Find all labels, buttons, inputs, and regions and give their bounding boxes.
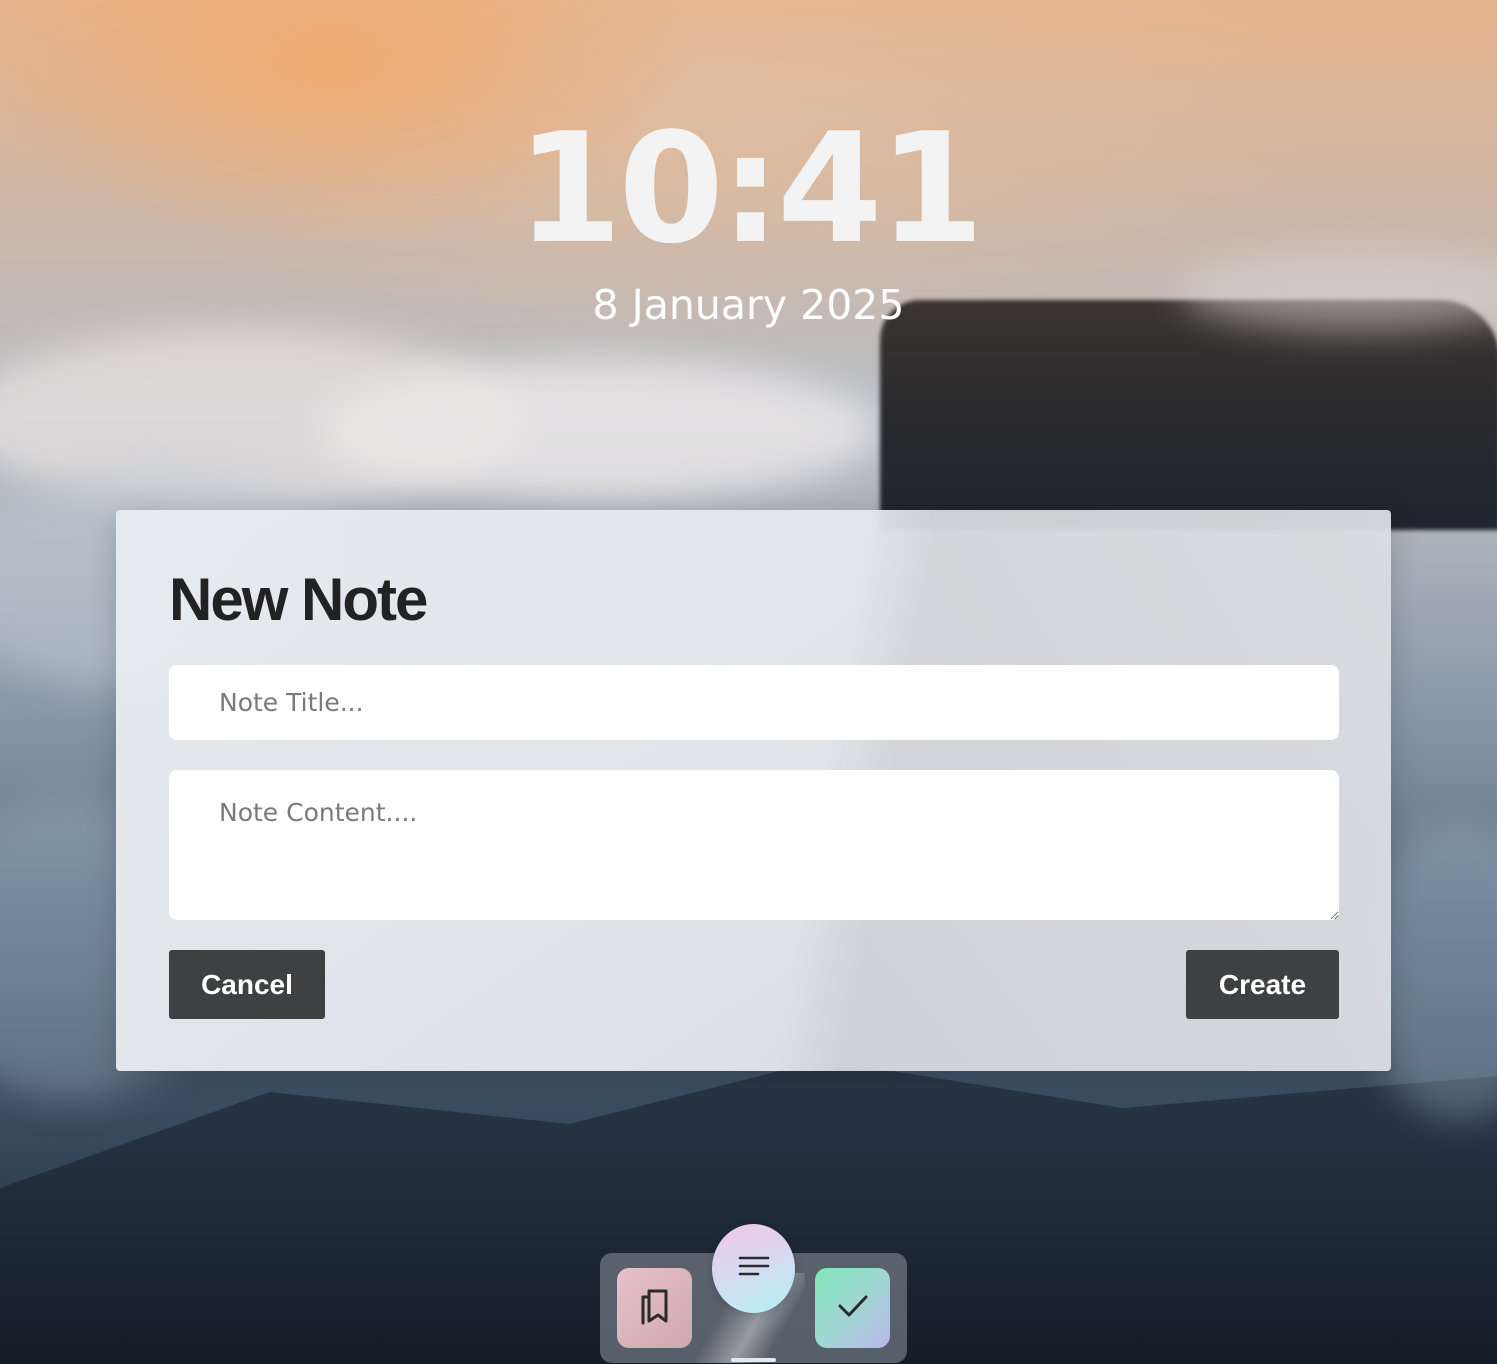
cloud xyxy=(320,360,880,500)
dock-app-tasks[interactable] xyxy=(815,1268,890,1348)
lock-screen-time: 10:41 xyxy=(516,100,985,277)
dialog-title: New Note xyxy=(169,566,428,633)
dock-app-notes[interactable] xyxy=(712,1224,795,1313)
new-note-dialog: New Note Cancel Create xyxy=(116,510,1391,1071)
cancel-button[interactable]: Cancel xyxy=(169,950,325,1019)
checkmark-icon xyxy=(837,1293,869,1324)
lines-icon xyxy=(738,1254,770,1283)
dock-app-bookmarks[interactable] xyxy=(617,1268,692,1348)
home-indicator[interactable] xyxy=(731,1358,776,1362)
note-title-input[interactable] xyxy=(169,665,1339,740)
cliff xyxy=(880,300,1497,530)
lock-screen-date: 8 January 2025 xyxy=(592,281,905,329)
create-button[interactable]: Create xyxy=(1186,950,1339,1019)
note-content-textarea[interactable] xyxy=(169,770,1339,920)
bookmarks-icon xyxy=(638,1287,672,1330)
